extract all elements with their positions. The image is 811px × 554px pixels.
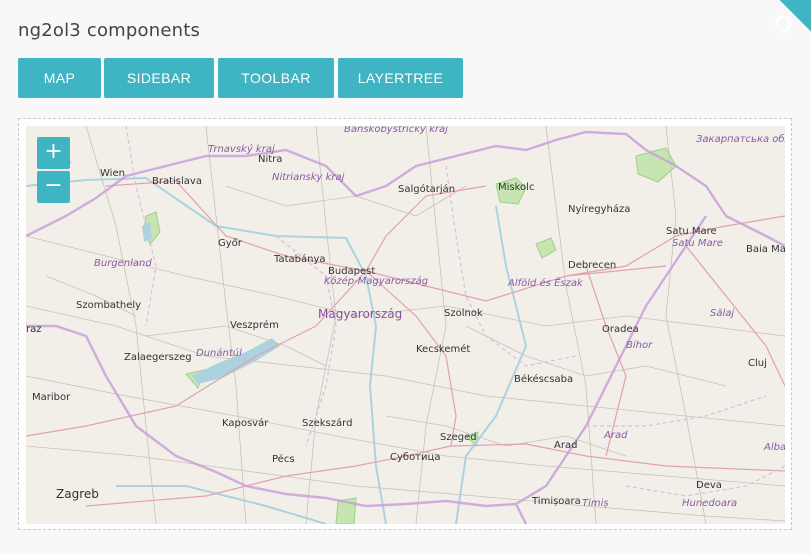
- region-label-trnavsky: Trnavský kraj: [208, 143, 275, 155]
- github-corner-link[interactable]: [731, 0, 811, 80]
- city-label-wien: Wien: [100, 168, 125, 179]
- city-label-subotica: Суботица: [390, 452, 440, 463]
- city-label-kaposvar: Kaposvár: [222, 417, 269, 429]
- country-label-hungary: Magyarország: [318, 307, 402, 321]
- city-label-bratislava: Bratislava: [152, 176, 202, 187]
- region-label-nitriansky: Nitriansky kraj: [272, 172, 345, 183]
- city-label-arad: Arad: [554, 440, 577, 451]
- city-label-oradea: Oradea: [602, 324, 639, 335]
- zoom-out-button[interactable]: −: [37, 171, 70, 203]
- zoom-in-button[interactable]: +: [37, 137, 70, 169]
- city-label-baia-mare: Baia Mar: [746, 244, 785, 255]
- map-view[interactable]: Magyarország Wien Bratislava Nitra Salgó…: [26, 126, 785, 524]
- city-label-szombathely: Szombathely: [76, 300, 141, 311]
- region-label-alba: Alba: [763, 442, 785, 453]
- city-label-bekescsaba: Békéscsaba: [514, 373, 573, 385]
- region-label-zakarpattia: Закарпатська область: [696, 133, 785, 145]
- region-label-arad: Arad: [603, 430, 628, 441]
- map-button[interactable]: MAP: [18, 58, 101, 98]
- city-label-szeged: Szeged: [440, 432, 477, 443]
- city-label-szolnok: Szolnok: [444, 308, 483, 319]
- region-label-timis: Timiș: [582, 498, 609, 509]
- city-label-maribor: Maribor: [32, 392, 71, 403]
- city-label-timisoara: Timișoara: [531, 496, 581, 507]
- region-label-salaj: Sălaj: [710, 308, 734, 319]
- city-label-gyor: Győr: [218, 237, 243, 249]
- city-label-nyiregyhaza: Nyíregyháza: [568, 203, 630, 215]
- city-label-zalaegerszeg: Zalaegerszeg: [124, 352, 192, 363]
- city-label-kecskemet: Kecskemét: [416, 343, 470, 355]
- layertree-button[interactable]: LAYERTREE: [338, 58, 463, 98]
- city-label-zagreb: Zagreb: [56, 487, 99, 501]
- region-label-alfold-es-eszak: Alföld és Észak: [507, 276, 584, 289]
- region-label-satu-mare: Satu Mare: [672, 238, 723, 249]
- city-label-deva: Deva: [696, 480, 722, 491]
- city-label-tatabanya: Tatabánya: [273, 253, 326, 265]
- region-label-burgenland: Burgenland: [94, 258, 152, 269]
- city-label-veszprem: Veszprém: [230, 319, 279, 331]
- city-label-szekszard: Szekszárd: [302, 417, 352, 429]
- ribbon-bar: [763, 0, 811, 80]
- region-label-kozep-magyarorszag: Közép-Magyarország: [324, 275, 428, 287]
- region-label-bihor: Bihor: [626, 340, 653, 351]
- map-canvas[interactable]: Magyarország Wien Bratislava Nitra Salgó…: [26, 126, 785, 524]
- city-label-pecs: Pécs: [272, 453, 295, 465]
- city-label-cluj: Cluj: [748, 358, 767, 369]
- region-label-hunedoara: Hunedoara: [682, 498, 737, 509]
- city-label-graz: raz: [26, 324, 42, 335]
- page-title: ng2ol3 components: [18, 20, 201, 41]
- region-label-banskobystricky: Banskobystrický kraj: [344, 126, 448, 135]
- city-label-miskolc: Miskolc: [498, 182, 534, 193]
- city-label-salgotarjan: Salgótarján: [398, 183, 455, 195]
- city-label-debrecen: Debrecen: [568, 260, 616, 271]
- city-label-nitra: Nitra: [258, 154, 282, 165]
- toolbar-button[interactable]: TOOLBAR: [218, 58, 334, 98]
- sidebar-button[interactable]: SIDEBAR: [104, 58, 214, 98]
- region-label-dunantul: Dunántúl: [196, 347, 242, 359]
- map-frame: Magyarország Wien Bratislava Nitra Salgó…: [18, 118, 792, 530]
- github-octocat-icon: [774, 15, 792, 33]
- city-label-satu-mare: Satu Mare: [666, 226, 717, 237]
